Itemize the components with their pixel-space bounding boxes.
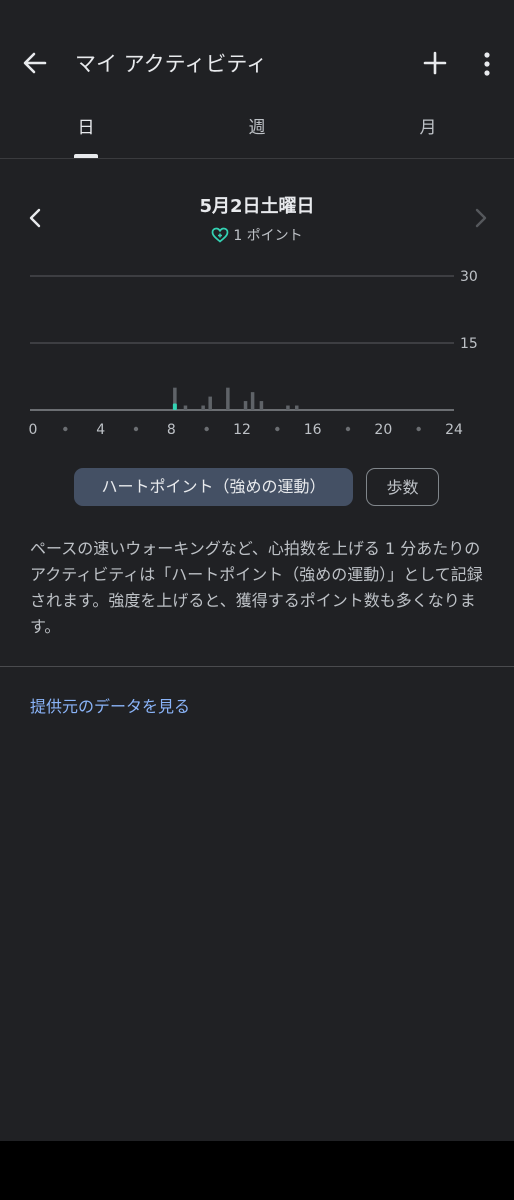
activity-bar <box>259 401 264 410</box>
tab-week-label: 週 <box>248 118 266 138</box>
chart-svg: 30 15 0 4 8 12 16 20 24 <box>29 269 478 438</box>
activity-bar <box>250 392 255 410</box>
activity-bar <box>243 401 248 410</box>
more-options-icon[interactable] <box>475 46 499 82</box>
tab-month-label: 月 <box>419 118 437 138</box>
x-tick-dot <box>345 426 351 432</box>
chevron-right-icon[interactable] <box>470 204 492 232</box>
points-text: 1 ポイント <box>233 228 303 244</box>
x-tick-label: 24 <box>445 422 463 438</box>
add-icon[interactable] <box>420 46 450 80</box>
activity-chart: 30 15 0 4 8 12 16 20 24 <box>0 260 514 440</box>
y-tick-label: 15 <box>460 336 478 352</box>
back-arrow-icon[interactable] <box>18 46 52 80</box>
divider <box>0 666 514 667</box>
y-tick-label: 30 <box>460 269 478 285</box>
x-tick-label: 16 <box>304 422 322 438</box>
x-tick-label: 4 <box>96 422 105 438</box>
x-tick-dot <box>275 426 280 432</box>
activity-bar <box>183 405 188 410</box>
x-tick-dot <box>204 426 209 432</box>
x-tick-label: 20 <box>374 422 392 438</box>
activity-bar <box>226 387 230 410</box>
period-tabs: 日 週 月 <box>0 100 514 159</box>
app-bar: マイ アクティビティ <box>0 0 514 100</box>
x-tick-label: 8 <box>167 422 176 438</box>
page-title: マイ アクティビティ <box>75 52 268 76</box>
tab-indicator <box>74 154 98 158</box>
activity-bar <box>295 405 299 410</box>
x-tick-dot <box>63 426 68 432</box>
x-tick-label: 0 <box>29 422 38 438</box>
tab-day[interactable]: 日 <box>26 100 146 158</box>
activity-bar <box>208 396 212 410</box>
tab-week[interactable]: 週 <box>197 100 317 158</box>
heart-points-summary: 1 ポイント <box>0 225 514 245</box>
steps-chip[interactable]: 歩数 <box>366 468 439 506</box>
heart-points-chip[interactable]: ハートポイント（強めの運動） <box>74 468 353 506</box>
metric-chips: ハートポイント（強めの運動） 歩数 <box>0 468 514 508</box>
activity-bar <box>286 405 290 410</box>
description-text: ペースの速いウォーキングなど、心拍数を上げる 1 分あたりのアクティビティは「ハ… <box>30 539 483 636</box>
tab-day-label: 日 <box>77 118 95 138</box>
activity-bar <box>201 405 205 410</box>
system-navigation-bar <box>0 1141 514 1200</box>
tab-month[interactable]: 月 <box>368 100 488 158</box>
view-source-data-link[interactable]: 提供元のデータを見る <box>30 693 190 717</box>
heart-plus-icon <box>211 227 229 243</box>
x-tick-label: 12 <box>233 422 251 438</box>
x-tick-dot <box>416 426 421 432</box>
x-tick-dot <box>133 426 139 432</box>
date-navigator: 5月2日土曜日 1 ポイント <box>0 182 514 252</box>
heart-point-marker <box>172 403 177 410</box>
selected-date: 5月2日土曜日 <box>199 196 315 217</box>
